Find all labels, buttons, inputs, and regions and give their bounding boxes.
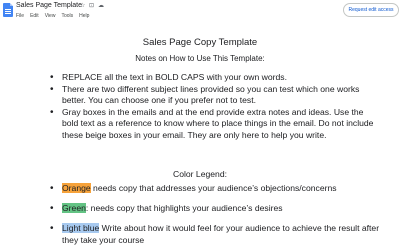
light-blue-highlight: Light blue [62, 223, 100, 233]
request-edit-access-button[interactable]: Request edit access [343, 3, 399, 17]
note-item: There are two different subject lines pr… [50, 84, 375, 107]
legend-list: Light blue Write about how it would feel… [50, 223, 380, 246]
menu-help[interactable]: Help [79, 13, 89, 19]
menu-edit[interactable]: Edit [30, 13, 39, 19]
star-icon[interactable]: ☆ [80, 3, 85, 10]
folder-icon[interactable]: ⊡ [89, 3, 94, 10]
orange-highlight: Orange [62, 183, 91, 193]
legend-text: Write about how it would feel for your a… [62, 223, 380, 245]
legend-item-orange: Orange needs copy that addresses your au… [50, 183, 380, 195]
document-heading: Sales Page Copy Template [142, 37, 258, 48]
legend-text: : needs copy that highlights your audien… [85, 203, 283, 213]
document-title[interactable]: Sales Page Template [16, 2, 82, 9]
legend-item-green: Green: needs copy that highlights your a… [50, 203, 380, 215]
legend-list: Orange needs copy that addresses your au… [50, 183, 380, 195]
note-item: Gray boxes in the emails and at the end … [50, 107, 375, 142]
note-item: REPLACE all the text in BOLD CAPS with y… [50, 72, 375, 84]
title-bar: Sales Page Template ☆ ⊡ ☁ File Edit View… [0, 0, 400, 24]
legend-item-light-blue: Light blue Write about how it would feel… [50, 223, 380, 246]
document-page: Sales Page Copy Template Notes on How to… [0, 24, 400, 251]
cloud-status-icon[interactable]: ☁ [98, 3, 104, 10]
menu-file[interactable]: File [16, 13, 24, 19]
google-docs-icon[interactable] [3, 3, 13, 17]
legend-text: needs copy that addresses your audience’… [90, 183, 337, 193]
notes-list: REPLACE all the text in BOLD CAPS with y… [50, 72, 375, 141]
color-legend-title: Color Legend: [173, 169, 227, 179]
menu-bar: File Edit View Tools Help [16, 13, 89, 19]
menu-tools[interactable]: Tools [61, 13, 73, 19]
menu-view[interactable]: View [45, 13, 56, 19]
legend-list: Green: needs copy that highlights your a… [50, 203, 380, 215]
document-subheading: Notes on How to Use This Template: [135, 54, 265, 63]
green-highlight: Green [62, 203, 86, 213]
